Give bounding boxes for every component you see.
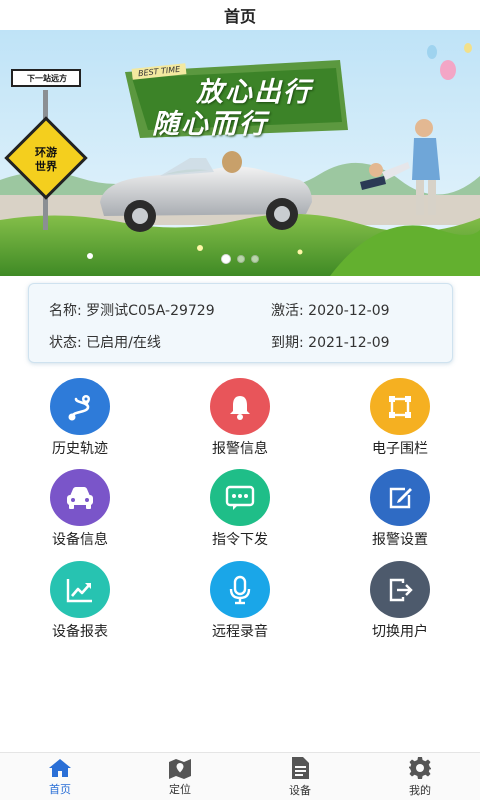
activation-label: 激活: [271,303,309,319]
device-name-value: 罗测试C05A-29729 [86,303,215,319]
banner-pagination[interactable] [0,254,480,264]
tab-home[interactable]: 首页 [0,753,120,800]
diamond-sign-text-line2: 世界 [35,160,57,173]
bell-icon [210,378,270,435]
message-icon [210,469,270,526]
device-name-label: 名称: [49,303,87,319]
device-info-label: 设备信息 [52,532,108,548]
activation-date: 激活: 2020-12-09 [271,300,390,320]
expiry-value: 2021-12-09 [308,335,390,351]
device-info-button[interactable]: 设备信息 [20,469,140,549]
chart-icon [50,561,110,618]
send-command-button[interactable]: 指令下发 [180,469,300,549]
bottom-tab-bar: 首页 定位 设备 我的 [0,752,480,800]
tab-home-label: 首页 [49,782,71,796]
geofence-label: 电子围栏 [372,441,428,457]
alarm-settings-label: 报警设置 [372,532,428,548]
microphone-icon [210,561,270,618]
device-report-button[interactable]: 设备报表 [20,561,140,641]
home-icon [49,758,71,777]
geofence-button[interactable]: 电子围栏 [340,378,460,458]
device-info-card: 名称: 罗测试C05A-29729 激活: 2020-12-09 状态: 已启用… [28,283,453,363]
history-track-label: 历史轨迹 [52,441,108,457]
tab-location[interactable]: 定位 [120,753,240,800]
remote-recording-button[interactable]: 远程录音 [180,561,300,641]
map-icon [169,758,191,779]
send-command-label: 指令下发 [212,532,268,548]
device-status: 状态: 已启用/在线 [49,332,161,352]
promo-banner[interactable]: 下一站远方 环游 世界 BEST TIME 放心出行 随心而行 [0,30,480,276]
history-track-button[interactable]: 历史轨迹 [20,378,140,458]
remote-recording-label: 远程录音 [212,624,268,640]
tab-mine-label: 我的 [409,783,431,797]
fence-icon [370,378,430,435]
tab-devices[interactable]: 设备 [240,753,360,800]
edit-icon [370,469,430,526]
route-icon [50,378,110,435]
device-report-label: 设备报表 [52,624,108,640]
page-title: 首页 [0,0,480,30]
tab-devices-label: 设备 [289,783,311,797]
pagination-dot[interactable] [221,254,231,264]
direction-sign-text: 下一站远方 [27,74,67,83]
status-label: 状态: [49,335,87,351]
status-value: 已启用/在线 [86,335,161,351]
pagination-dot[interactable] [251,255,259,263]
alarm-settings-button[interactable]: 报警设置 [340,469,460,549]
alarm-info-button[interactable]: 报警信息 [180,378,300,458]
switch-user-button[interactable]: 切换用户 [340,561,460,641]
device-name: 名称: 罗测试C05A-29729 [49,300,215,320]
banner-slogan-line2: 随心而行 [152,109,268,140]
banner-image [0,30,480,276]
document-icon [292,756,309,779]
expiry-date: 到期: 2021-12-09 [271,332,390,352]
tab-mine[interactable]: 我的 [360,753,480,800]
car-icon [50,469,110,526]
home-screen: 首页 下一站远方 环游 世界 BEST TIME 放心出行 随心而行 名称: 罗… [0,0,480,800]
alarm-info-label: 报警信息 [212,441,268,457]
gear-icon [409,756,431,779]
tab-location-label: 定位 [169,782,191,796]
activation-value: 2020-12-09 [308,303,390,319]
switch-user-label: 切换用户 [372,624,428,640]
logout-icon [370,561,430,618]
pagination-dot[interactable] [237,255,245,263]
expiry-label: 到期: [271,335,309,351]
